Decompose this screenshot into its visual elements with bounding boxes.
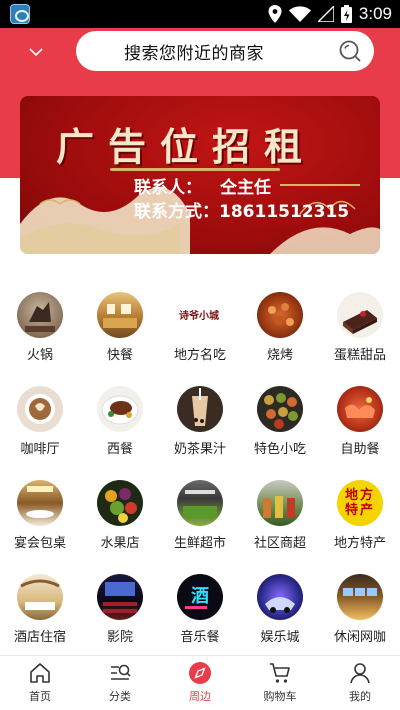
cake-image xyxy=(337,292,383,338)
community-store-image xyxy=(257,480,303,526)
category-local-snacks[interactable]: 诗爷小城 地方名吃 xyxy=(160,280,240,370)
signal-icon xyxy=(317,6,334,22)
buffet-image xyxy=(337,386,383,432)
category-community-store[interactable]: 社区商超 xyxy=(240,468,320,558)
local-snacks-image: 诗爷小城 xyxy=(177,292,223,338)
category-grid: 火锅 快餐 诗爷小城 地方名吃 烧烤 蛋糕甜品 咖啡厅 西餐 奶茶果汁 特色小吃… xyxy=(0,280,400,655)
search-bar[interactable]: 搜索您附近的商家 xyxy=(76,31,374,71)
cafe-image xyxy=(17,386,63,432)
category-label: 奶茶果汁 xyxy=(173,442,226,457)
nav-home[interactable]: 首页 xyxy=(0,656,80,710)
nearby-icon xyxy=(189,662,211,684)
nav-label: 我的 xyxy=(349,690,371,703)
category-label: 音乐餐 xyxy=(180,630,220,645)
cinema-image xyxy=(97,574,143,620)
category-local-specialty[interactable]: 地方特产 地方特产 xyxy=(320,468,400,558)
banner-title: 广告位招租 xyxy=(56,124,317,169)
hotel-image xyxy=(17,574,63,620)
category-label: 休闲网咖 xyxy=(333,630,386,645)
nav-label: 分类 xyxy=(109,690,131,703)
nav-profile[interactable]: 我的 xyxy=(320,656,400,710)
search-icon[interactable] xyxy=(338,39,362,63)
milktea-image xyxy=(177,386,223,432)
fastfood-image xyxy=(97,292,143,338)
status-bar: 3:09 xyxy=(0,0,400,28)
contact-label: 联系人： xyxy=(134,178,202,198)
category-hotel[interactable]: 酒店住宿 xyxy=(0,562,80,652)
status-time: 3:09 xyxy=(358,4,392,23)
category-cafe[interactable]: 咖啡厅 xyxy=(0,374,80,464)
category-fresh-market[interactable]: 生鲜超市 xyxy=(160,468,240,558)
western-image xyxy=(97,386,143,432)
category-label: 影院 xyxy=(106,630,133,645)
category-label: 水果店 xyxy=(100,536,140,551)
category-hotpot[interactable]: 火锅 xyxy=(0,280,80,370)
specialty-snacks-image xyxy=(257,386,303,432)
battery-icon xyxy=(340,5,352,23)
music-dining-image: 酒 xyxy=(177,574,223,620)
hotpot-image xyxy=(17,292,63,338)
category-cake[interactable]: 蛋糕甜品 xyxy=(320,280,400,370)
nav-nearby[interactable]: 周边 xyxy=(160,656,240,710)
banner-contact: 联系人： 仝主任 联系方式：18611512315 xyxy=(134,176,349,224)
category-specialty-snacks[interactable]: 特色小吃 xyxy=(240,374,320,464)
fruit-image xyxy=(97,480,143,526)
app-notification-icon xyxy=(10,4,30,24)
nav-label: 周边 xyxy=(189,690,211,703)
category-milktea[interactable]: 奶茶果汁 xyxy=(160,374,240,464)
category-label: 烧烤 xyxy=(266,348,293,363)
category-western[interactable]: 西餐 xyxy=(80,374,160,464)
music-sign-text: 酒 xyxy=(191,586,209,607)
category-label: 生鲜超市 xyxy=(173,536,226,551)
category-label: 火锅 xyxy=(26,348,53,363)
category-cinema[interactable]: 影院 xyxy=(80,562,160,652)
bbq-image xyxy=(257,292,303,338)
category-label: 酒店住宿 xyxy=(13,630,66,645)
category-label: 地方名吃 xyxy=(173,348,226,363)
nav-label: 首页 xyxy=(29,690,51,703)
category-icon xyxy=(111,664,131,680)
local-brand-text: 诗爷小城 xyxy=(179,311,219,322)
fresh-market-image xyxy=(177,480,223,526)
location-icon xyxy=(268,5,282,23)
phone-label: 联系方式： xyxy=(134,202,219,222)
specialty-badge-text: 地方特产 xyxy=(344,488,375,518)
category-label: 蛋糕甜品 xyxy=(333,348,386,363)
category-internet-cafe[interactable]: 休闲网咖 xyxy=(320,562,400,652)
chevron-down-icon[interactable] xyxy=(26,42,46,62)
contact-phone: 18611512315 xyxy=(219,202,350,222)
category-label: 娱乐城 xyxy=(260,630,300,645)
bottom-nav: 首页 分类 周边 购物车 我的 xyxy=(0,655,400,710)
category-label: 特色小吃 xyxy=(253,442,306,457)
banquet-image xyxy=(17,480,63,526)
category-fastfood[interactable]: 快餐 xyxy=(80,280,160,370)
contact-name: 仝主任 xyxy=(220,178,271,198)
nav-category[interactable]: 分类 xyxy=(80,656,160,710)
status-icons: 3:09 xyxy=(268,0,392,28)
category-label: 地方特产 xyxy=(333,536,386,551)
category-music-dining[interactable]: 酒 音乐餐 xyxy=(160,562,240,652)
category-banquet[interactable]: 宴会包桌 xyxy=(0,468,80,558)
category-label: 社区商超 xyxy=(253,536,306,551)
category-label: 宴会包桌 xyxy=(13,536,66,551)
category-entertainment[interactable]: 娱乐城 xyxy=(240,562,320,652)
nav-label: 购物车 xyxy=(263,690,297,703)
wifi-icon xyxy=(288,6,311,22)
category-fruit[interactable]: 水果店 xyxy=(80,468,160,558)
entertainment-image xyxy=(257,574,303,620)
search-placeholder[interactable]: 搜索您附近的商家 xyxy=(124,39,264,64)
category-label: 西餐 xyxy=(106,442,133,457)
category-label: 咖啡厅 xyxy=(20,442,60,457)
home-icon xyxy=(30,663,50,683)
category-bbq[interactable]: 烧烤 xyxy=(240,280,320,370)
category-label: 自助餐 xyxy=(340,442,380,457)
category-buffet[interactable]: 自助餐 xyxy=(320,374,400,464)
ad-banner[interactable]: 广告位招租 联系人： 仝主任 联系方式：18611512315 xyxy=(20,96,380,254)
profile-icon xyxy=(350,663,370,684)
internet-cafe-image xyxy=(337,574,383,620)
category-label: 快餐 xyxy=(106,348,133,363)
local-specialty-image: 地方特产 xyxy=(337,480,383,526)
cart-icon xyxy=(270,663,290,683)
nav-cart[interactable]: 购物车 xyxy=(240,656,320,710)
